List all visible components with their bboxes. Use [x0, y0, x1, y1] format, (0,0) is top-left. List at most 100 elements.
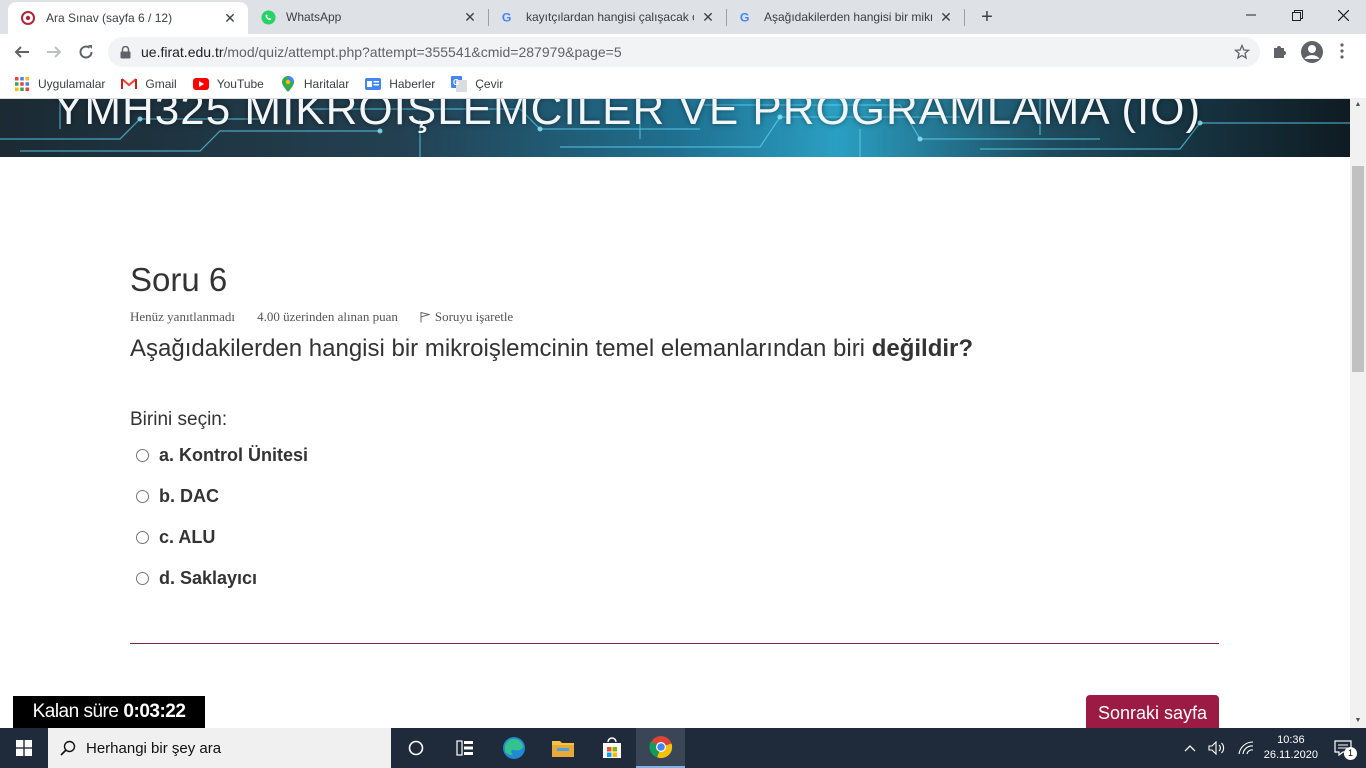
tab-google-search-2[interactable]: G Aşağıdakilerden hangisi bir mikro ✕: [726, 0, 964, 34]
answer-label: c. ALU: [159, 527, 216, 547]
chevron-up-icon[interactable]: [1184, 744, 1196, 752]
answer-label: d. Saklayıcı: [159, 568, 258, 588]
flag-icon: [420, 311, 430, 323]
microsoft-store-icon[interactable]: [587, 728, 636, 768]
quiz-timer: Kalan süre 0:03:22: [13, 696, 205, 728]
tab-separator: [964, 9, 965, 26]
windows-start-icon[interactable]: [0, 728, 48, 768]
taskbar-clock[interactable]: 10:36 26.11.2020: [1264, 733, 1318, 763]
bookmark-youtube[interactable]: YouTube: [192, 76, 264, 92]
bookmark-star-icon[interactable]: [1233, 43, 1251, 63]
edge-browser-icon[interactable]: [489, 728, 538, 768]
address-bar[interactable]: ue.firat.edu.tr/mod/quiz/attempt.php?att…: [108, 37, 1260, 67]
google-icon: G: [500, 9, 516, 25]
reload-button[interactable]: [72, 38, 100, 66]
clock-date: 26.11.2020: [1263, 749, 1318, 761]
scrollbar-thumb[interactable]: [1352, 166, 1364, 372]
next-page-button[interactable]: Sonraki sayfa: [1086, 695, 1219, 728]
bookmarks-bar: Uygulamalar Gmail YouTube Haritalar Habe…: [0, 70, 1366, 98]
tab-title: WhatsApp: [286, 10, 342, 24]
answer-label: a. Kontrol Ünitesi: [159, 445, 309, 465]
wifi-icon[interactable]: [1238, 741, 1254, 755]
url-host: ue.firat.edu.tr: [141, 44, 224, 60]
question-status: Henüz yanıtlanmadı: [130, 309, 236, 324]
taskbar-search-box[interactable]: Herhangi bir şey ara: [48, 728, 391, 768]
question-text-main: Aşağıdakilerden hangisi bir mikroişlemci…: [130, 335, 872, 362]
answer-label: b. DAC: [159, 486, 219, 506]
question-heading: Soru 6: [130, 261, 228, 298]
answer-option-d[interactable]: d. Saklayıcı: [136, 568, 257, 589]
bookmark-translate[interactable]: G Çevir: [451, 76, 503, 92]
radio-button[interactable]: [136, 572, 149, 585]
moodle-favicon-icon: [20, 10, 36, 26]
tab-title: Ara Sınav (sayfa 6 / 12): [46, 11, 173, 25]
tab-title: Aşağıdakilerden hangisi bir mikro: [764, 10, 932, 24]
flag-label: Soruyu işaretle: [434, 309, 514, 324]
answer-option-b[interactable]: b. DAC: [136, 486, 219, 507]
profile-avatar-icon[interactable]: [1300, 40, 1324, 69]
scroll-up-arrow-icon[interactable]: ▲: [1350, 98, 1366, 112]
tab-strip: Ara Sınav (sayfa 6 / 12) ✕ WhatsApp ✕ G …: [0, 0, 1366, 34]
tab-title: kayıtçılardan hangisi çalışacak ola: [526, 10, 694, 24]
bookmark-apps[interactable]: Uygulamalar: [14, 76, 105, 92]
new-tab-button[interactable]: +: [976, 6, 998, 28]
timer-value: 0:03:22: [123, 701, 186, 722]
scroll-down-arrow-icon[interactable]: ▼: [1350, 714, 1366, 728]
back-button[interactable]: [8, 38, 36, 66]
cortana-circle-icon[interactable]: [391, 728, 440, 768]
content-divider: [130, 643, 1219, 644]
bookmark-label: Çevir: [475, 77, 504, 91]
clock-time: 10:36: [1277, 734, 1305, 746]
radio-button[interactable]: [136, 531, 149, 544]
news-icon: [365, 76, 382, 92]
chrome-icon[interactable]: [636, 728, 685, 768]
bookmark-news[interactable]: Haberler: [365, 76, 435, 92]
tab-close-icon[interactable]: ✕: [700, 9, 716, 25]
tab-whatsapp[interactable]: WhatsApp ✕: [248, 0, 488, 34]
answer-option-c[interactable]: c. ALU: [136, 527, 215, 548]
extensions-puzzle-icon[interactable]: [1271, 42, 1289, 65]
menu-kebab-icon[interactable]: [1340, 43, 1344, 64]
tab-close-icon[interactable]: ✕: [938, 9, 954, 25]
page-viewport: YMH325 MİKROİŞLEMCİLER VE PROGRAMLAMA (İ…: [0, 98, 1350, 728]
restore-button[interactable]: [1274, 0, 1320, 30]
course-title: YMH325 MİKROİŞLEMCİLER VE PROGRAMLAMA (İ…: [54, 99, 1202, 134]
whatsapp-icon: [260, 9, 276, 25]
bookmark-label: Gmail: [145, 77, 177, 91]
tab-close-icon[interactable]: ✕: [222, 10, 238, 26]
task-view-icon[interactable]: [440, 728, 489, 768]
close-window-button[interactable]: [1320, 0, 1366, 30]
bookmark-gmail[interactable]: Gmail: [121, 76, 177, 92]
answer-option-a[interactable]: a. Kontrol Ünitesi: [136, 445, 308, 466]
search-placeholder: Herhangi bir şey ara: [86, 739, 222, 757]
answer-prompt: Birini seçin:: [130, 409, 228, 430]
radio-button[interactable]: [136, 490, 149, 503]
svg-text:G: G: [740, 10, 750, 24]
tab-close-icon[interactable]: ✕: [462, 9, 478, 25]
windows-taskbar: Herhangi bir şey ara 10:36 26.11.2020 1: [0, 728, 1366, 768]
notifications-icon[interactable]: 1: [1334, 740, 1357, 760]
translate-icon: G: [451, 76, 468, 92]
youtube-icon: [192, 76, 209, 92]
file-explorer-icon[interactable]: [538, 728, 587, 768]
volume-icon[interactable]: [1208, 741, 1226, 755]
page-scrollbar[interactable]: ▲ ▼: [1350, 98, 1366, 728]
url-path: /mod/quiz/attempt.php?attempt=355541&cmi…: [223, 44, 622, 60]
minimize-button[interactable]: [1228, 0, 1274, 30]
tab-google-search-1[interactable]: G kayıtçılardan hangisi çalışacak ola ✕: [488, 0, 726, 34]
course-banner: YMH325 MİKROİŞLEMCİLER VE PROGRAMLAMA (İ…: [0, 99, 1350, 157]
system-tray: 10:36 26.11.2020 1: [1178, 728, 1366, 768]
forward-button[interactable]: [40, 38, 68, 66]
radio-button[interactable]: [136, 449, 149, 462]
tab-quiz[interactable]: Ara Sınav (sayfa 6 / 12) ✕: [8, 2, 248, 34]
apps-grid-icon: [14, 76, 30, 92]
bookmark-label: Haritalar: [303, 77, 350, 91]
lock-icon[interactable]: [120, 45, 131, 59]
maps-pin-icon: [280, 76, 296, 92]
svg-text:G: G: [453, 78, 459, 87]
bookmark-maps[interactable]: Haritalar: [280, 76, 349, 92]
svg-text:G: G: [502, 10, 512, 24]
question-points: 4.00 üzerinden alınan puan: [257, 309, 398, 324]
flag-question-link[interactable]: Soruyu işaretle: [420, 309, 535, 325]
bookmark-label: Uygulamalar: [38, 77, 106, 91]
